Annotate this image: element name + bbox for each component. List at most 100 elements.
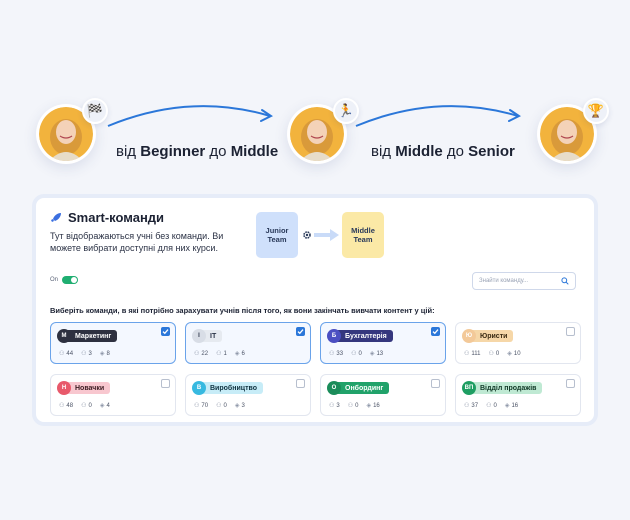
stat-learners: ⚇ 22 bbox=[194, 350, 209, 358]
team-initial: Н bbox=[57, 381, 71, 395]
team-label: Н Новачки bbox=[57, 381, 111, 395]
team-name: Відділ продажів bbox=[472, 382, 543, 394]
stat-value: 8 bbox=[106, 350, 110, 357]
team-stats: ⚇ 70 ⚇ 0 ◈ 3 bbox=[194, 402, 245, 410]
search-icon[interactable] bbox=[561, 277, 569, 285]
search-placeholder: Знайти команду... bbox=[479, 278, 529, 284]
stat-learners: ⚇ 70 bbox=[194, 402, 209, 410]
team-card[interactable]: В Виробництво ⚇ 70 ⚇ 0 ◈ 3 bbox=[185, 374, 311, 416]
team-card[interactable]: Ю Юристи ⚇ 111 ⚇ 0 ◈ 10 bbox=[455, 322, 581, 364]
avatar-middle: 🏃 bbox=[287, 98, 359, 164]
career-journey: 🏁 від Beginner до Middle 🏃 від Middle до… bbox=[0, 0, 630, 190]
team-card[interactable]: І IT ⚇ 22 ⚇ 1 ◈ 6 bbox=[185, 322, 311, 364]
courses-icon: ◈ bbox=[234, 403, 240, 409]
stat-value: 22 bbox=[201, 350, 209, 357]
toggle-switch[interactable] bbox=[62, 276, 79, 284]
stat-admins: ⚇ 1 bbox=[216, 350, 227, 358]
team-checkbox[interactable] bbox=[161, 327, 170, 336]
stat-value: 10 bbox=[513, 350, 521, 357]
step-prefix: від bbox=[371, 143, 396, 160]
stat-courses: ◈ 16 bbox=[505, 402, 518, 410]
courses-icon: ◈ bbox=[99, 351, 105, 357]
stat-courses: ◈ 4 bbox=[99, 402, 110, 410]
stat-courses: ◈ 13 bbox=[370, 350, 383, 358]
team-checkbox[interactable] bbox=[566, 379, 575, 388]
team-name: Онбординг bbox=[337, 382, 390, 394]
team-checkbox[interactable] bbox=[296, 327, 305, 336]
team-name: Бухгалтерія bbox=[337, 330, 393, 342]
courses-icon: ◈ bbox=[99, 403, 105, 409]
stat-value: 37 bbox=[471, 402, 479, 409]
arrow-icon bbox=[355, 105, 521, 127]
team-label: ВП Відділ продажів bbox=[462, 381, 543, 395]
junior-team-tile: Junior Team bbox=[256, 212, 298, 258]
stat-value: 33 bbox=[336, 350, 344, 357]
stat-learners: ⚇ 48 bbox=[59, 402, 74, 410]
smart-toggle[interactable]: On bbox=[50, 276, 79, 284]
stat-value: 6 bbox=[241, 350, 245, 357]
admins-icon: ⚇ bbox=[347, 403, 354, 409]
team-stats: ⚇ 48 ⚇ 0 ◈ 4 bbox=[59, 402, 110, 410]
team-card[interactable]: Н Новачки ⚇ 48 ⚇ 0 ◈ 4 bbox=[50, 374, 176, 416]
stat-value: 3 bbox=[241, 402, 245, 409]
courses-icon: ◈ bbox=[234, 351, 240, 357]
team-card[interactable]: Б Бухгалтерія ⚇ 33 ⚇ 0 ◈ 13 bbox=[320, 322, 446, 364]
panel-header: Smart-команди bbox=[50, 210, 164, 225]
trophy-icon: 🏆 bbox=[583, 98, 609, 124]
stat-learners: ⚇ 37 bbox=[464, 402, 479, 410]
team-card[interactable]: М Маркетинг ⚇ 44 ⚇ 3 ◈ 8 bbox=[50, 322, 176, 364]
arrow-icon bbox=[107, 105, 273, 127]
team-name: Юристи bbox=[472, 330, 514, 342]
admins-icon: ⚇ bbox=[81, 403, 87, 409]
learners-icon: ⚇ bbox=[329, 403, 335, 409]
check-icon bbox=[297, 329, 304, 335]
team-initial: І bbox=[192, 329, 206, 343]
middle-team-tile: Middle Team bbox=[342, 212, 384, 258]
avatar-senior: 🏆 bbox=[537, 98, 609, 164]
stat-value: 44 bbox=[66, 350, 74, 357]
stat-learners: ⚇ 44 bbox=[59, 350, 74, 358]
team-checkbox[interactable] bbox=[161, 379, 170, 388]
stat-value: 0 bbox=[493, 402, 497, 409]
team-initial: ВП bbox=[462, 381, 476, 395]
stat-admins: ⚇ 0 bbox=[489, 350, 500, 358]
team-stats: ⚇ 37 ⚇ 0 ◈ 16 bbox=[464, 402, 518, 410]
team-stats: ⚇ 111 ⚇ 0 ◈ 10 bbox=[464, 350, 521, 358]
team-name: Новачки bbox=[67, 382, 111, 394]
transition-indicator bbox=[302, 228, 340, 242]
team-label: І IT bbox=[192, 329, 223, 343]
stat-value: 48 bbox=[66, 402, 74, 409]
stat-admins: ⚇ 0 bbox=[81, 402, 92, 410]
stat-value: 0 bbox=[358, 350, 362, 357]
learners-icon: ⚇ bbox=[59, 351, 65, 357]
learners-icon: ⚇ bbox=[59, 403, 65, 409]
team-checkbox[interactable] bbox=[566, 327, 575, 336]
step-mid: до bbox=[442, 143, 469, 160]
stat-courses: ◈ 10 bbox=[507, 350, 521, 358]
team-checkbox[interactable] bbox=[431, 327, 440, 336]
panel-description: Тут відображаються учні без команди. Ви … bbox=[50, 231, 224, 253]
avatar-beginner: 🏁 bbox=[36, 98, 108, 164]
gear-icon bbox=[303, 231, 311, 239]
check-icon bbox=[162, 329, 169, 335]
team-checkbox[interactable] bbox=[431, 379, 440, 388]
team-card[interactable]: О Онбординг ⚇ 3 ⚇ 0 ◈ 16 bbox=[320, 374, 446, 416]
stat-admins: ⚇ 0 bbox=[486, 402, 497, 410]
step-to: Senior bbox=[468, 143, 515, 160]
courses-icon: ◈ bbox=[366, 403, 372, 409]
team-checkbox[interactable] bbox=[296, 379, 305, 388]
learners-icon: ⚇ bbox=[194, 351, 200, 357]
team-card[interactable]: ВП Відділ продажів ⚇ 37 ⚇ 0 ◈ 16 bbox=[455, 374, 581, 416]
team-label: О Онбординг bbox=[327, 381, 390, 395]
learners-icon: ⚇ bbox=[329, 351, 335, 357]
stat-courses: ◈ 8 bbox=[99, 350, 110, 358]
stat-value: 4 bbox=[106, 402, 110, 409]
team-name: Виробництво bbox=[202, 382, 263, 394]
stat-value: 0 bbox=[495, 350, 500, 357]
team-stats: ⚇ 33 ⚇ 0 ◈ 13 bbox=[329, 350, 383, 358]
stat-courses: ◈ 16 bbox=[366, 402, 379, 410]
search-input[interactable]: Знайти команду... bbox=[472, 272, 576, 290]
step-middle-to-senior: від Middle до Senior bbox=[371, 143, 515, 160]
step-from: Beginner bbox=[140, 143, 206, 160]
stat-value: 70 bbox=[201, 402, 209, 409]
